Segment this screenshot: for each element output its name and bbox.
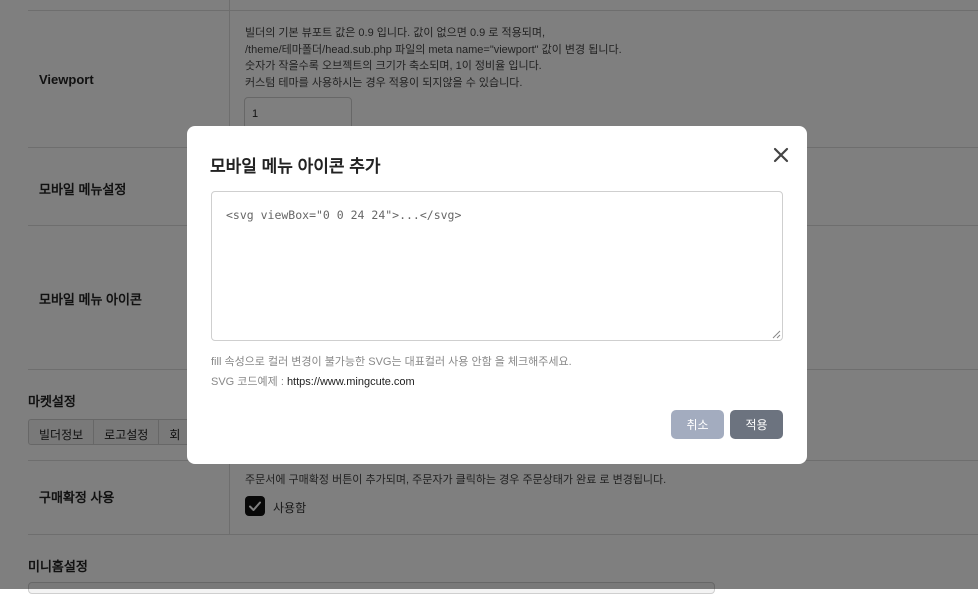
apply-button[interactable]: 적용 — [730, 410, 783, 439]
svg-example-label: SVG 코드예제 : — [211, 376, 287, 388]
modal-title: 모바일 메뉴 아이콘 추가 — [210, 157, 381, 176]
mingcute-link[interactable]: https://www.mingcute.com — [287, 376, 415, 388]
svg-fill-hint: fill 속성으로 컬러 변경이 불가능한 SVG는 대표컬러 사용 안함 을 … — [211, 356, 572, 368]
cancel-button[interactable]: 취소 — [671, 410, 724, 439]
close-button[interactable] — [771, 145, 791, 165]
resize-handle-icon[interactable] — [772, 330, 781, 339]
close-icon — [773, 147, 789, 163]
svg-example-hint: SVG 코드예제 : https://www.mingcute.com — [211, 373, 415, 389]
svg-code-textarea[interactable]: <svg viewBox="0 0 24 24">...</svg> — [211, 191, 783, 341]
add-mobile-menu-icon-modal: 모바일 메뉴 아이콘 추가 <svg viewBox="0 0 24 24">.… — [187, 126, 807, 464]
